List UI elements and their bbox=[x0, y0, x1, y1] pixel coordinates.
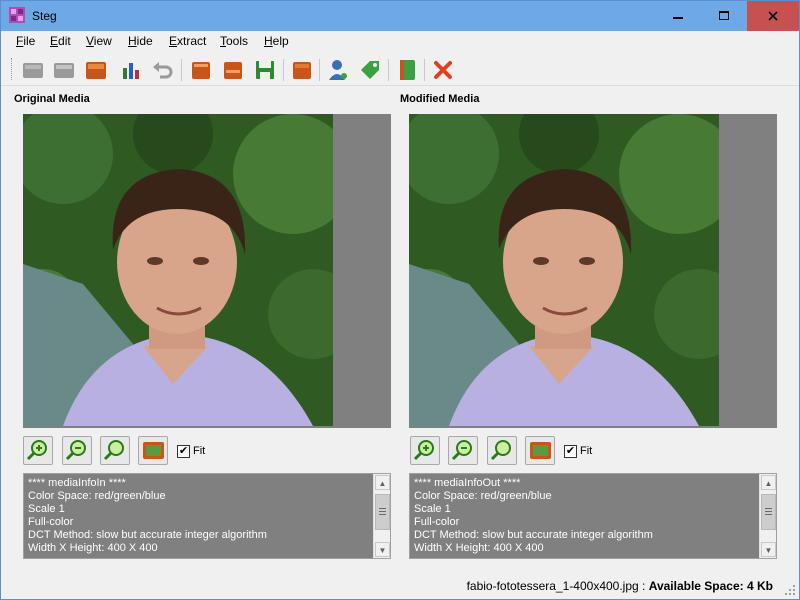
book-green-button[interactable] bbox=[395, 58, 419, 82]
media-info-in[interactable]: **** mediaInfoIn **** Color Space: red/gr… bbox=[23, 473, 391, 559]
original-photo bbox=[23, 114, 333, 426]
user-key-button[interactable] bbox=[326, 58, 350, 82]
save-icon bbox=[86, 62, 106, 79]
new-button[interactable] bbox=[21, 58, 45, 82]
open-icon bbox=[54, 63, 74, 78]
zoom-out-icon bbox=[65, 440, 86, 461]
status-text: fabio-fototessera_1-400x400.jpg : Availa… bbox=[467, 579, 773, 593]
toolbar-separator bbox=[181, 59, 182, 81]
menu-file[interactable]: File bbox=[16, 34, 35, 48]
book-green-icon bbox=[400, 60, 415, 80]
toolbar-separator bbox=[319, 59, 320, 81]
close-x-icon bbox=[434, 61, 452, 79]
menu-edit[interactable]: Edit bbox=[50, 34, 71, 48]
title-bar[interactable]: Steg bbox=[1, 1, 799, 31]
chart-icon bbox=[123, 63, 139, 79]
zoom-out-icon bbox=[451, 440, 472, 461]
scroll-thumb[interactable] bbox=[375, 494, 390, 530]
close-button[interactable] bbox=[747, 1, 799, 31]
extract-button[interactable] bbox=[290, 58, 314, 82]
status-available-space: Available Space: 4 Kb bbox=[648, 579, 773, 593]
zoom-icon bbox=[490, 440, 511, 461]
maximize-icon bbox=[719, 11, 729, 20]
scroll-down-icon[interactable]: ▼ bbox=[761, 542, 776, 557]
fit-image-button[interactable] bbox=[138, 436, 168, 465]
fit-checkbox[interactable]: ✔ bbox=[564, 445, 577, 458]
menu-tools[interactable]: Tools bbox=[220, 34, 248, 48]
media-info-out-text: **** mediaInfoOut **** Color Space: red/g… bbox=[414, 477, 653, 554]
hide-open-button[interactable] bbox=[189, 58, 213, 82]
media-info-out[interactable]: **** mediaInfoOut **** Color Space: red/g… bbox=[409, 473, 777, 559]
scroll-down-icon[interactable]: ▼ bbox=[375, 542, 390, 557]
original-media-title: Original Media bbox=[14, 93, 90, 105]
zoom-icon bbox=[103, 440, 124, 461]
undo-icon bbox=[153, 62, 173, 79]
menu-extract[interactable]: Extract bbox=[169, 34, 206, 48]
menu-view[interactable]: View bbox=[86, 34, 112, 48]
steg-window: Steg File Edit View Hide Extract Tools H… bbox=[0, 0, 800, 600]
media-info-in-scrollbar[interactable]: ▲ ▼ bbox=[373, 474, 390, 558]
zoom-reset-button[interactable] bbox=[487, 436, 517, 465]
media-info-out-scrollbar[interactable]: ▲ ▼ bbox=[759, 474, 776, 558]
zoom-in-button[interactable] bbox=[410, 436, 440, 465]
resize-grip-icon[interactable] bbox=[784, 584, 796, 596]
new-icon bbox=[23, 63, 43, 78]
hide-save-button[interactable] bbox=[221, 58, 245, 82]
zoom-in-icon bbox=[413, 440, 434, 461]
toolbar-separator bbox=[424, 59, 425, 81]
modified-photo bbox=[409, 114, 719, 426]
tag-icon bbox=[361, 61, 379, 79]
fit-image-button[interactable] bbox=[525, 436, 555, 465]
book-save-icon bbox=[224, 62, 242, 79]
tag-button[interactable] bbox=[358, 58, 382, 82]
zoom-reset-button[interactable] bbox=[100, 436, 130, 465]
maximize-button[interactable] bbox=[701, 1, 747, 31]
minimize-icon bbox=[673, 17, 683, 19]
modified-media-title: Modified Media bbox=[400, 93, 480, 105]
zoom-in-icon bbox=[26, 440, 47, 461]
picture-icon bbox=[530, 442, 551, 459]
toolbar-separator bbox=[283, 59, 284, 81]
floppy-icon bbox=[256, 61, 274, 79]
window-title: Steg bbox=[32, 9, 57, 23]
status-filename: fabio-fototessera_1-400x400.jpg : bbox=[466, 579, 646, 593]
scroll-up-icon[interactable]: ▲ bbox=[375, 475, 390, 490]
fit-label: Fit bbox=[193, 445, 206, 457]
picture-icon bbox=[143, 442, 164, 459]
toolbar bbox=[1, 53, 799, 86]
floppy-button[interactable] bbox=[253, 58, 277, 82]
close-icon bbox=[768, 11, 778, 21]
toolbar-grip[interactable] bbox=[11, 58, 14, 80]
open-button[interactable] bbox=[52, 58, 76, 82]
menu-hide[interactable]: Hide bbox=[128, 34, 153, 48]
book-icon bbox=[293, 62, 311, 79]
chart-button[interactable] bbox=[120, 58, 144, 82]
media-info-in-text: **** mediaInfoIn **** Color Space: red/gr… bbox=[28, 477, 267, 554]
menu-help[interactable]: Help bbox=[264, 34, 289, 48]
app-icon bbox=[9, 7, 25, 23]
scroll-up-icon[interactable]: ▲ bbox=[761, 475, 776, 490]
zoom-out-button[interactable] bbox=[448, 436, 478, 465]
toolbar-separator bbox=[388, 59, 389, 81]
minimize-button[interactable] bbox=[655, 1, 701, 31]
zoom-in-button[interactable] bbox=[23, 436, 53, 465]
modified-media-viewer[interactable] bbox=[409, 114, 777, 428]
save-button[interactable] bbox=[84, 58, 108, 82]
menu-bar: File Edit View Hide Extract Tools Help bbox=[1, 31, 799, 52]
fit-label: Fit bbox=[580, 445, 593, 457]
zoom-out-button[interactable] bbox=[62, 436, 92, 465]
scroll-thumb[interactable] bbox=[761, 494, 776, 530]
status-bar: fabio-fototessera_1-400x400.jpg : Availa… bbox=[1, 575, 799, 599]
user-key-icon bbox=[329, 60, 347, 80]
undo-button[interactable] bbox=[151, 58, 175, 82]
fit-checkbox[interactable]: ✔ bbox=[177, 445, 190, 458]
book-open-icon bbox=[192, 62, 210, 79]
exit-button[interactable] bbox=[431, 58, 455, 82]
original-media-viewer[interactable] bbox=[23, 114, 391, 428]
